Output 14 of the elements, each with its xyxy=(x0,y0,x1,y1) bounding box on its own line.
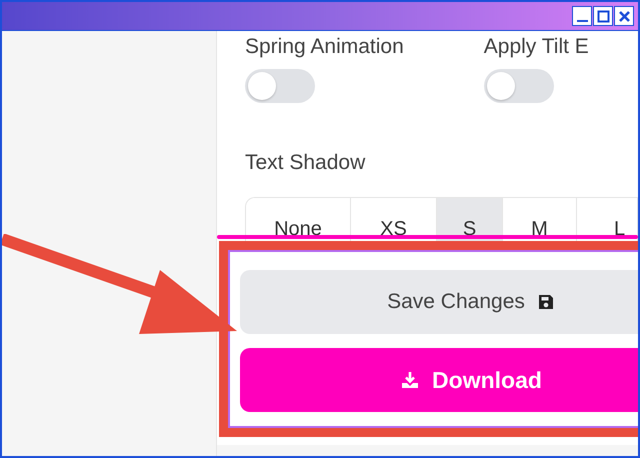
minimize-icon xyxy=(576,20,588,22)
download-button[interactable]: Download xyxy=(240,348,638,412)
toggle-label: Spring Animation xyxy=(245,35,404,59)
close-button[interactable] xyxy=(614,6,634,26)
close-icon xyxy=(618,10,630,22)
save-button[interactable]: Save Changes xyxy=(240,270,638,334)
maximize-button[interactable] xyxy=(593,6,613,26)
toggle-switch[interactable] xyxy=(484,69,554,103)
toggle-label: Apply Tilt E xyxy=(484,35,589,59)
maximize-icon xyxy=(596,10,610,22)
minimize-button[interactable] xyxy=(572,6,592,26)
section-label: Text Shadow xyxy=(245,151,366,175)
download-icon xyxy=(400,370,420,390)
toggle-switch[interactable] xyxy=(245,69,315,103)
